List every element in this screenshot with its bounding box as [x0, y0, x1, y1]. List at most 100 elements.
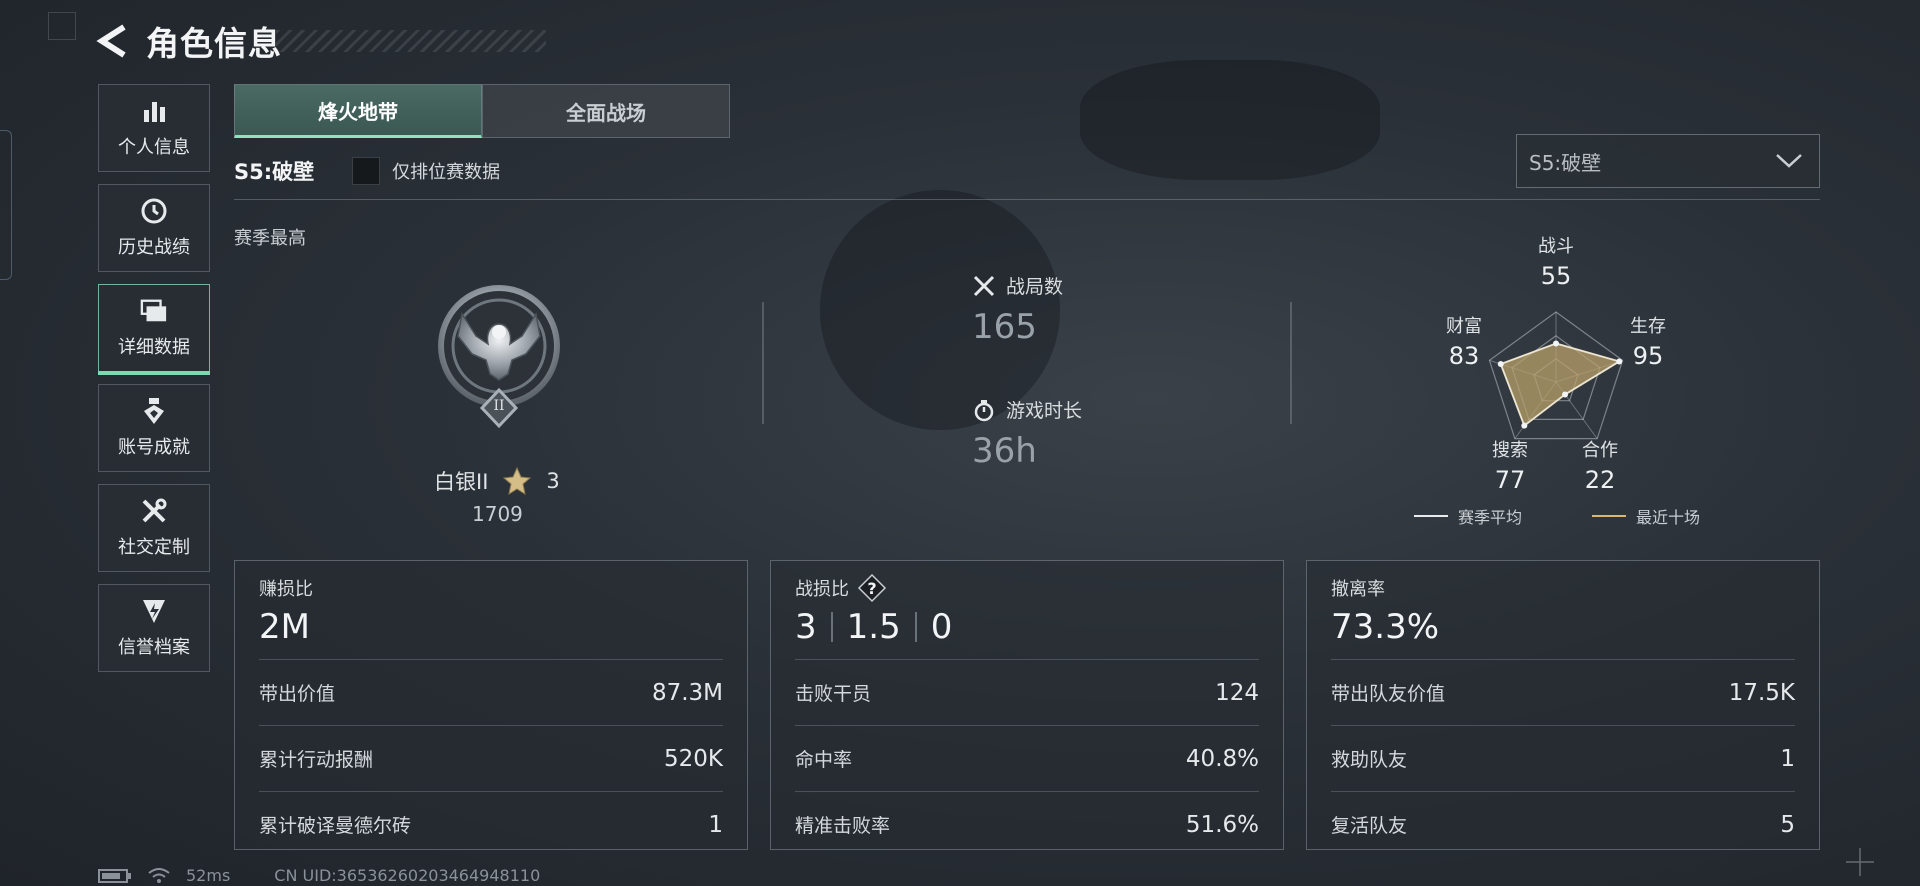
- rank-score: 1709: [472, 502, 523, 526]
- legend-label: 最近十场: [1636, 508, 1701, 527]
- status-footer: 52ms CN UID:36536260203464948110: [98, 866, 540, 885]
- divider: [234, 199, 1820, 200]
- extraction-rate-value: 73.3%: [1331, 607, 1440, 647]
- profit-card: 赚损比 2M 带出价值 87.3M 累计行动报酬 520K 累计破译曼德尔砖 1: [234, 560, 748, 850]
- row-value: 17.5K: [1728, 679, 1795, 706]
- season-dropdown-value: S5:破壁: [1529, 150, 1602, 175]
- card-title: 撤离率: [1331, 579, 1385, 600]
- table-row: 累计行动报酬 520K: [259, 725, 723, 791]
- radar-label-survival: 生存: [1630, 316, 1666, 337]
- radar-value-wealth: 83: [1448, 342, 1480, 370]
- playtime-value: 36h: [972, 431, 1037, 471]
- radar-value-combat: 55: [1540, 262, 1572, 290]
- table-row: 救助队友 1: [1331, 725, 1795, 791]
- legend-line: [1592, 515, 1626, 517]
- sidebar-item-detailed-data[interactable]: 详细数据: [98, 284, 210, 375]
- row-label: 带出价值: [259, 683, 336, 705]
- row-value: 51.6%: [1185, 811, 1259, 838]
- sidebar-item-label: 个人信息: [118, 137, 190, 158]
- table-row: 命中率 40.8%: [795, 725, 1259, 791]
- kd-value: 0: [930, 607, 953, 647]
- ranked-only-checkbox[interactable]: [352, 157, 381, 185]
- sidebar-item-label: 信誉档案: [118, 637, 190, 658]
- table-row: 精准击败率 51.6%: [795, 791, 1259, 857]
- tools-icon: [140, 497, 168, 525]
- row-label: 击败干员: [795, 683, 872, 705]
- card-title: 战损比: [795, 579, 849, 600]
- plus-icon: [1846, 848, 1874, 876]
- radar-legend-season-avg: 赛季平均: [1414, 504, 1522, 528]
- sidebar-item-personal-info[interactable]: 个人信息: [98, 84, 210, 172]
- sidebar-item-history[interactable]: 历史战绩: [98, 184, 210, 272]
- season-best-label: 赛季最高: [234, 228, 306, 249]
- folder-stack-icon: [140, 297, 168, 325]
- corner-frame: [48, 12, 76, 40]
- rank-name: 白银II: [434, 470, 489, 494]
- matches-value: 165: [972, 307, 1037, 347]
- row-label: 救助队友: [1331, 749, 1408, 771]
- tab-hazard-zone[interactable]: 烽火地带: [234, 84, 482, 138]
- ranked-only-label[interactable]: 仅排位赛数据: [392, 158, 500, 184]
- star-icon: [503, 466, 532, 496]
- user-uid: CN UID:36536260203464948110: [274, 866, 541, 885]
- tab-full-battlefield[interactable]: 全面战场: [482, 84, 730, 138]
- table-row: 累计破译曼德尔砖 1: [259, 791, 723, 857]
- medal-icon: [140, 397, 168, 425]
- sidebar-item-label: 社交定制: [118, 537, 190, 558]
- row-value: 1: [708, 811, 723, 838]
- stopwatch-icon: [974, 399, 994, 421]
- radar-value-teamwork: 22: [1584, 466, 1616, 494]
- season-filter-row: S5:破壁 仅排位赛数据: [234, 156, 500, 186]
- shield-bolt-icon: [140, 597, 168, 625]
- divider: [762, 302, 764, 424]
- rank-numeral: II: [493, 398, 505, 414]
- rank-stars: 3: [546, 469, 560, 493]
- row-value: 124: [1215, 679, 1259, 706]
- sidebar-item-label: 历史战绩: [118, 237, 190, 258]
- sidebar-item-social-custom[interactable]: 社交定制: [98, 484, 210, 572]
- chevron-down-icon: [1776, 154, 1802, 168]
- mode-tabs: 烽火地带 全面战场: [234, 84, 730, 138]
- divider: [1290, 302, 1292, 424]
- title-bar: 角色信息: [96, 18, 546, 64]
- ping-value: 52ms: [186, 866, 231, 885]
- sidebar: 个人信息 历史战绩 详细数据 账号成就 社交定制 信誉档案: [98, 84, 210, 684]
- extraction-card: 撤离率 73.3% 带出队友价值 17.5K 救助队友 1 复活队友 5: [1306, 560, 1820, 850]
- table-row: 带出队友价值 17.5K: [1331, 659, 1795, 725]
- sidebar-item-credit-record[interactable]: 信誉档案: [98, 584, 210, 672]
- kd-values: 3 1.5 0: [795, 605, 1259, 649]
- season-dropdown[interactable]: S5:破壁: [1516, 134, 1820, 188]
- radar-point: [1562, 391, 1569, 398]
- profit-ratio-value: 2M: [259, 607, 310, 647]
- help-icon[interactable]: ?: [857, 573, 887, 603]
- row-label: 累计破译曼德尔砖: [259, 815, 412, 837]
- radar-point: [1553, 340, 1559, 347]
- card-title: 赚损比: [259, 579, 313, 600]
- row-label: 精准击败率: [795, 815, 891, 837]
- table-row: 复活队友 5: [1331, 791, 1795, 857]
- sidebar-item-achievements[interactable]: 账号成就: [98, 384, 210, 472]
- legend-label: 赛季平均: [1458, 508, 1523, 527]
- matches-stat: 战局数 165: [972, 272, 1063, 347]
- radar-point: [1497, 361, 1504, 368]
- sidebar-item-label: 账号成就: [118, 437, 190, 458]
- radar-value-search: 77: [1494, 466, 1526, 494]
- rank-name-row: 白银II 3: [434, 466, 560, 496]
- svg-text:?: ?: [867, 579, 876, 598]
- season-label: S5:破壁: [234, 160, 315, 184]
- combat-card: 战损比 ? 3 1.5 0 击败干员 124 命中率 40.8% 精准击败率 5…: [770, 560, 1284, 850]
- row-value: 40.8%: [1185, 745, 1259, 772]
- battery-icon: [98, 868, 131, 883]
- wifi-icon: [148, 867, 170, 883]
- table-row: 击败干员 124: [795, 659, 1259, 725]
- playtime-stat: 游戏时长 36h: [972, 396, 1082, 471]
- row-label: 带出队友价值: [1331, 683, 1446, 705]
- side-drawer-handle[interactable]: [0, 130, 12, 280]
- row-value: 5: [1780, 811, 1795, 838]
- row-value: 1: [1780, 745, 1795, 772]
- playtime-label: 游戏时长: [1006, 400, 1083, 422]
- row-label: 累计行动报酬: [259, 749, 374, 771]
- back-button[interactable]: [96, 21, 130, 61]
- bar-chart-icon: [140, 97, 168, 125]
- divider: [914, 612, 917, 642]
